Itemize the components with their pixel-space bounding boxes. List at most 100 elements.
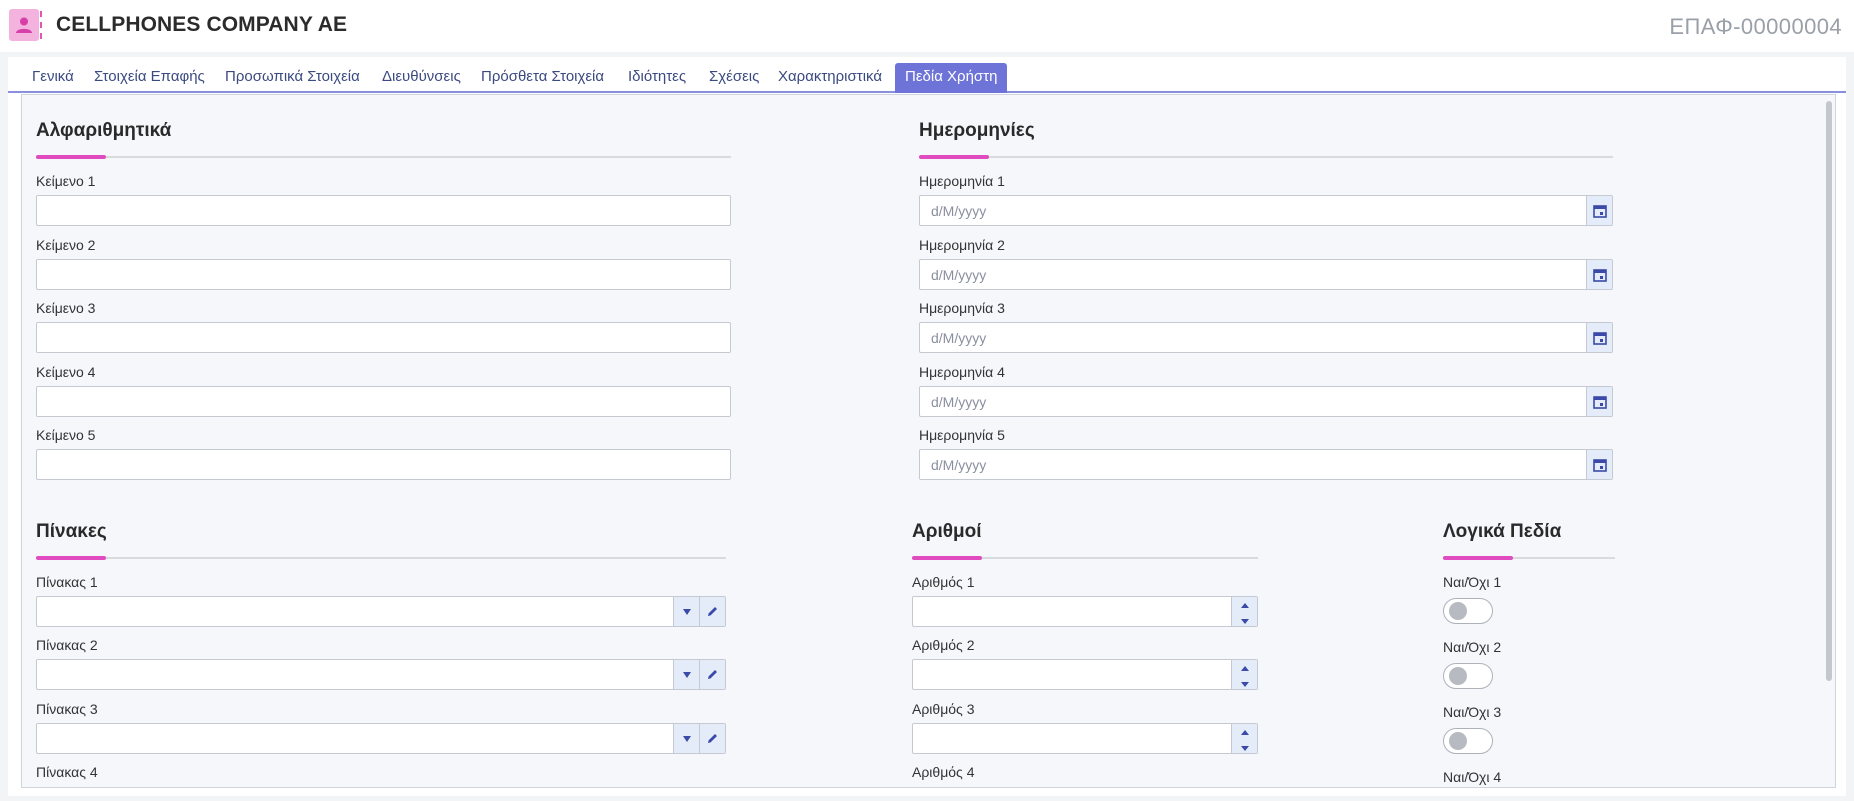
section-rule: [912, 556, 1258, 560]
field-label: Ημερομηνία 4: [919, 364, 1005, 380]
increment-button[interactable]: [1240, 659, 1250, 675]
chevron-down-icon: [682, 608, 691, 615]
edit-button[interactable]: [699, 724, 725, 753]
chevron-up-icon: [1240, 665, 1249, 671]
decrement-button[interactable]: [1240, 675, 1250, 691]
tab-general[interactable]: Γενικά: [32, 68, 74, 85]
date-placeholder: d/M/yyyy: [931, 394, 987, 410]
decrement-button[interactable]: [1240, 739, 1250, 755]
section-tables: Πίνακες: [36, 521, 726, 560]
yes-no-toggle[interactable]: [1443, 728, 1493, 754]
number-field-3: Αριθμός 3: [912, 701, 1258, 754]
tab-user-fields[interactable]: Πεδία Χρήστη: [895, 63, 1008, 93]
date-field-1: Ημερομηνία 1 d/M/yyyy: [919, 173, 1613, 226]
section-booleans: Λογικά Πεδία: [1443, 521, 1615, 560]
field-label: Πίνακας 4: [36, 764, 98, 780]
text-field-2: Κείμενο 2: [36, 237, 731, 290]
section-rule: [36, 155, 731, 159]
field-label: Κείμενο 2: [36, 237, 96, 253]
section-title: Πίνακες: [36, 521, 107, 542]
increment-button[interactable]: [1240, 596, 1250, 612]
field-label: Αριθμός 1: [912, 574, 975, 590]
number-input[interactable]: [912, 723, 1258, 754]
calendar-button[interactable]: [1586, 260, 1612, 289]
calendar-button[interactable]: [1586, 323, 1612, 352]
calendar-icon: [1592, 268, 1607, 282]
table-select[interactable]: [36, 659, 726, 690]
section-numbers: Αριθμοί: [912, 521, 1258, 560]
edit-button[interactable]: [699, 597, 725, 626]
field-label: Ημερομηνία 1: [919, 173, 1005, 189]
date-field-2: Ημερομηνία 2 d/M/yyyy: [919, 237, 1613, 290]
chevron-up-icon: [1240, 602, 1249, 608]
date-input[interactable]: d/M/yyyy: [919, 386, 1613, 417]
increment-button[interactable]: [1240, 723, 1250, 739]
tab-properties[interactable]: Ιδιότητες: [628, 68, 686, 85]
number-input[interactable]: [912, 596, 1258, 627]
section-title: Αλφαριθμητικά: [36, 120, 172, 141]
field-label: Ναι/Όχι 1: [1443, 574, 1502, 590]
yes-no-toggle[interactable]: [1443, 598, 1493, 624]
text-field-3: Κείμενο 3: [36, 300, 731, 353]
number-input[interactable]: [912, 659, 1258, 690]
tab-relations[interactable]: Σχέσεις: [709, 68, 759, 85]
tab-characteristics[interactable]: Χαρακτηριστικά: [778, 68, 882, 85]
text-input[interactable]: [36, 195, 731, 226]
record-header: CELLPHONES COMPANY AE ΕΠΑΦ-00000004: [0, 0, 1854, 52]
boolean-field-4: Ναι/Όχι 4: [1443, 769, 1615, 787]
calendar-icon: [1592, 331, 1607, 345]
date-placeholder: d/M/yyyy: [931, 203, 987, 219]
field-label: Ημερομηνία 3: [919, 300, 1005, 316]
date-placeholder: d/M/yyyy: [931, 267, 987, 283]
section-title: Λογικά Πεδία: [1443, 521, 1562, 542]
toggle-knob: [1449, 667, 1467, 685]
section-rule: [919, 155, 1613, 159]
date-input[interactable]: d/M/yyyy: [919, 449, 1613, 480]
section-rule: [36, 556, 726, 560]
section-title: Αριθμοί: [912, 521, 982, 542]
date-input[interactable]: d/M/yyyy: [919, 322, 1613, 353]
calendar-button[interactable]: [1586, 196, 1612, 225]
edit-button[interactable]: [699, 660, 725, 689]
user-fields-content: Αλφαριθμητικά Κείμενο 1 Κείμενο 2 Κείμεν…: [21, 94, 1836, 788]
calendar-button[interactable]: [1586, 387, 1612, 416]
text-field-4: Κείμενο 4: [36, 364, 731, 417]
chevron-up-icon: [1240, 729, 1249, 735]
field-label: Κείμενο 4: [36, 364, 96, 380]
calendar-icon: [1592, 458, 1607, 472]
date-input[interactable]: d/M/yyyy: [919, 195, 1613, 226]
text-input[interactable]: [36, 449, 731, 480]
text-input[interactable]: [36, 322, 731, 353]
calendar-button[interactable]: [1586, 450, 1612, 479]
dropdown-button[interactable]: [673, 597, 699, 626]
dropdown-button[interactable]: [673, 724, 699, 753]
date-input[interactable]: d/M/yyyy: [919, 259, 1613, 290]
calendar-icon: [1592, 395, 1607, 409]
content-scrollbar[interactable]: [1826, 101, 1832, 681]
table-select[interactable]: [36, 723, 726, 754]
decrement-button[interactable]: [1240, 612, 1250, 628]
pencil-icon: [708, 734, 717, 743]
pencil-icon: [708, 607, 717, 616]
field-label: Αριθμός 2: [912, 637, 975, 653]
chevron-down-icon: [682, 735, 691, 742]
chevron-down-icon: [1240, 745, 1249, 751]
text-input[interactable]: [36, 259, 731, 290]
tab-contact-info[interactable]: Στοιχεία Επαφής: [94, 68, 205, 85]
text-field-1: Κείμενο 1: [36, 173, 731, 226]
number-field-4: Αριθμός 4: [912, 764, 1258, 782]
number-stepper: [1231, 724, 1257, 753]
tab-personal-info[interactable]: Προσωπικά Στοιχεία: [225, 68, 360, 85]
field-label: Πίνακας 1: [36, 574, 98, 590]
table-field-2: Πίνακας 2: [36, 637, 726, 690]
yes-no-toggle[interactable]: [1443, 663, 1493, 689]
text-input[interactable]: [36, 386, 731, 417]
chevron-down-icon: [682, 671, 691, 678]
calendar-icon: [1592, 204, 1607, 218]
tab-addresses[interactable]: Διευθύνσεις: [382, 68, 461, 85]
table-select[interactable]: [36, 596, 726, 627]
dropdown-button[interactable]: [673, 660, 699, 689]
tab-additional-info[interactable]: Πρόσθετα Στοιχεία: [481, 68, 604, 85]
field-label: Αριθμός 3: [912, 701, 975, 717]
field-label: Ημερομηνία 5: [919, 427, 1005, 443]
